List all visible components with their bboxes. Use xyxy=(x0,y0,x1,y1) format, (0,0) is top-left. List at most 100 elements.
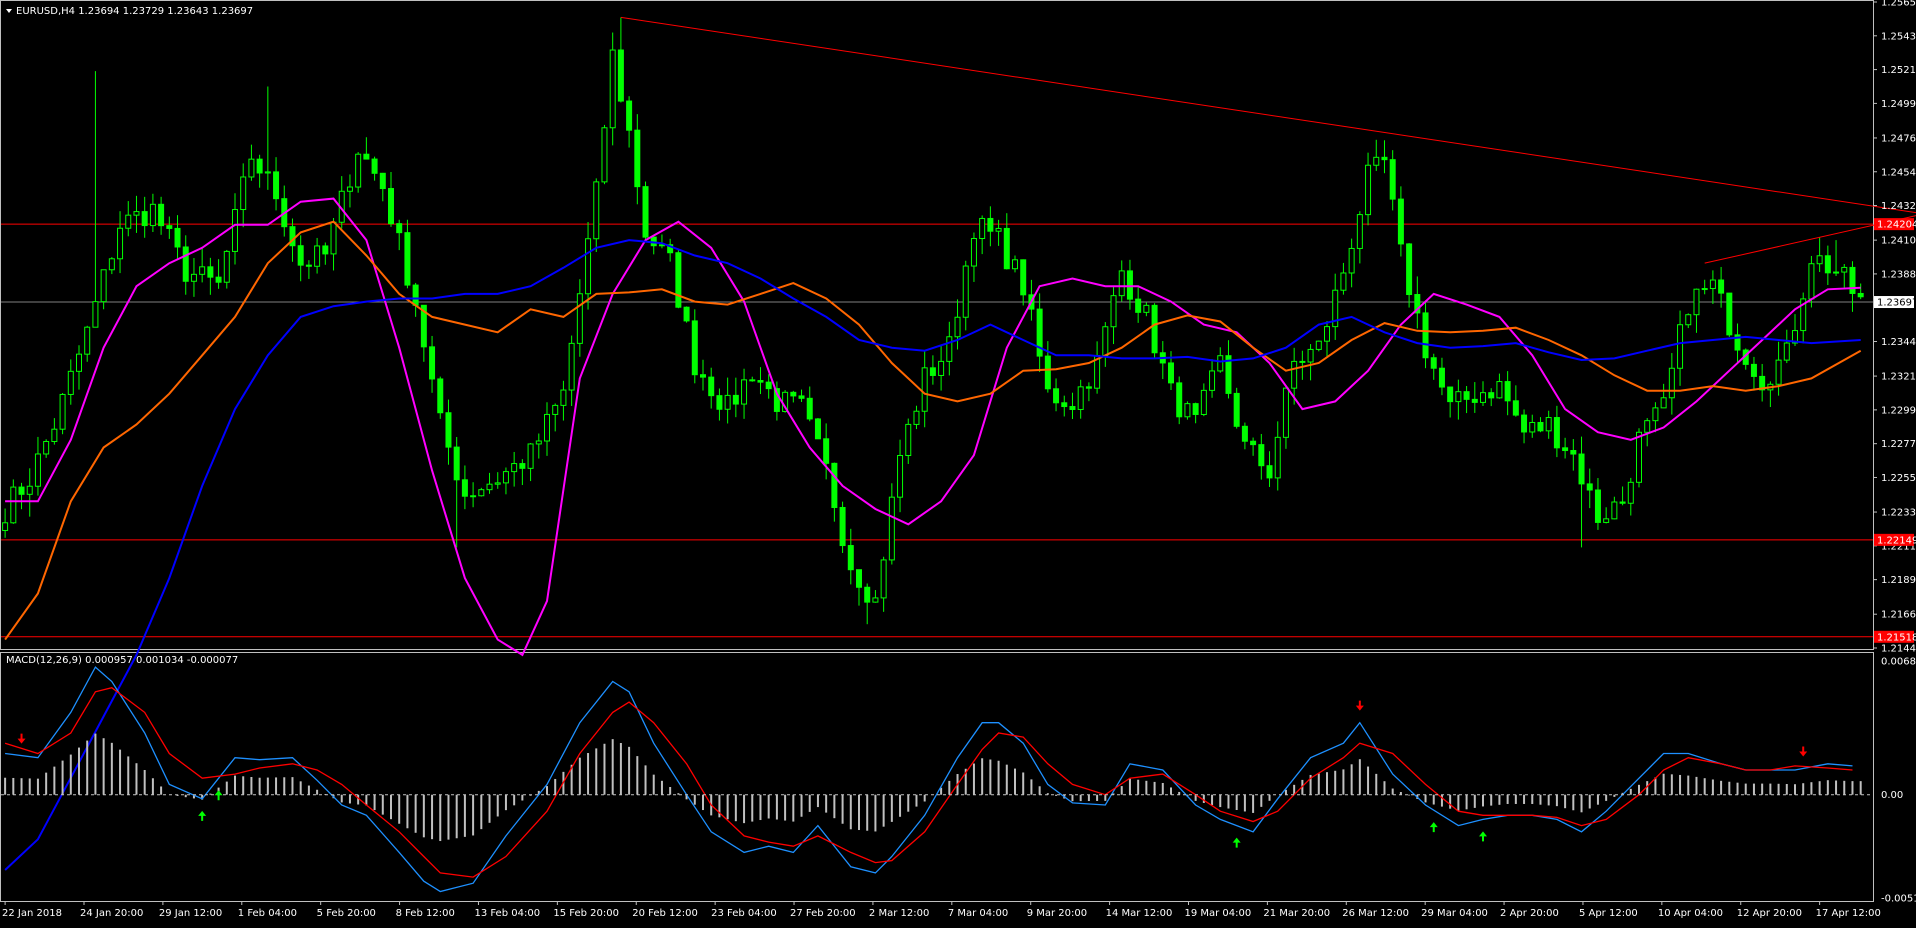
time-axis-label: 8 Feb 12:00 xyxy=(396,908,455,919)
candle-body xyxy=(1274,436,1281,479)
candle-body xyxy=(995,227,1002,232)
candle-body xyxy=(149,203,156,227)
candle-body xyxy=(1258,444,1265,467)
candle-body xyxy=(1824,255,1831,274)
candle-body xyxy=(133,211,140,216)
candle-body xyxy=(215,276,222,283)
price-axis-label: 1.23880 xyxy=(1881,269,1916,280)
candle-body xyxy=(1348,247,1355,274)
candle-body xyxy=(10,486,17,524)
candle-body xyxy=(92,301,99,328)
candle-body xyxy=(929,367,936,376)
chart-canvas[interactable]: 1.25650 1.25430 1.25210 1.24990 1.24765 1.245… xyxy=(0,0,1916,924)
time-axis-label: 27 Feb 20:00 xyxy=(790,908,856,919)
candle-body xyxy=(166,225,173,229)
candle-body xyxy=(1480,392,1486,403)
candle-body xyxy=(732,394,739,405)
macd-header: MACD(12,26,9) 0.000957 0.001034 -0.00007… xyxy=(6,655,238,666)
candle-body xyxy=(1085,386,1092,389)
candle-body xyxy=(691,320,698,376)
candle-body xyxy=(790,391,797,397)
candle-body xyxy=(1545,417,1552,432)
candle-body xyxy=(617,49,624,102)
candle-body xyxy=(1644,420,1651,433)
candle-body xyxy=(1184,403,1191,418)
candle-body xyxy=(765,381,772,390)
candle-body xyxy=(970,238,977,267)
candle-body xyxy=(1241,425,1248,442)
candle-body xyxy=(1652,407,1659,422)
candle-body xyxy=(979,217,986,240)
candle-body xyxy=(232,209,238,252)
time-axis-label: 29 Mar 04:00 xyxy=(1421,908,1488,919)
macd-axis-label: 0.006884 xyxy=(1881,657,1916,668)
candle-body xyxy=(1553,417,1560,449)
candle-body xyxy=(806,397,813,420)
candle-body xyxy=(1504,381,1511,402)
time-axis-label: 23 Feb 04:00 xyxy=(711,908,777,919)
candle-body xyxy=(897,454,904,498)
price-axis-label: 1.25430 xyxy=(1881,31,1916,42)
candle-body xyxy=(888,496,895,561)
time-axis-label: 5 Apr 12:00 xyxy=(1579,908,1638,919)
candle-body xyxy=(839,506,846,547)
candle-body xyxy=(445,412,452,448)
candle-body xyxy=(108,258,115,271)
candle-body xyxy=(1151,304,1158,354)
candle-body xyxy=(1808,263,1815,300)
candle-body xyxy=(823,438,830,464)
candle-body xyxy=(314,245,321,267)
candle-body xyxy=(552,404,559,415)
candle-body xyxy=(1135,298,1142,313)
candle-body xyxy=(798,395,805,399)
time-axis-label: 1 Feb 04:00 xyxy=(238,908,297,919)
macd-axis-label: 0.00 xyxy=(1881,790,1903,801)
candle-body xyxy=(1496,381,1503,399)
candle-body xyxy=(223,250,230,283)
time-axis-label: 22 Jan 2018 xyxy=(2,908,62,919)
time-axis-label: 10 Apr 04:00 xyxy=(1658,908,1723,919)
candle-body xyxy=(363,153,370,160)
candle-body xyxy=(1578,453,1585,485)
candle-body xyxy=(1512,400,1519,416)
candle-body xyxy=(1718,279,1725,294)
candle-body xyxy=(486,483,493,491)
candle-body xyxy=(724,394,731,410)
candle-body xyxy=(560,389,567,406)
time-axis-label: 2 Mar 12:00 xyxy=(869,908,929,919)
candle-body xyxy=(494,482,501,485)
candle-body xyxy=(1143,304,1150,313)
candle-body xyxy=(330,221,337,255)
candle-body xyxy=(1291,360,1298,389)
candle-body xyxy=(700,374,706,378)
candle-body xyxy=(437,378,444,414)
level-price-label: 1.21518 xyxy=(1877,632,1916,643)
candle-body xyxy=(1668,367,1675,399)
candle-body xyxy=(880,559,887,599)
candle-body xyxy=(1307,348,1314,363)
candle-body xyxy=(240,176,247,211)
candle-body xyxy=(1816,255,1823,265)
candle-body xyxy=(1102,326,1109,357)
candle-body xyxy=(544,413,550,442)
candle-body xyxy=(1529,421,1536,433)
candle-body xyxy=(1217,355,1224,372)
candle-body xyxy=(946,336,953,362)
candle-body xyxy=(1849,266,1856,294)
candle-body xyxy=(1315,340,1322,350)
candle-body xyxy=(1176,382,1183,418)
candle-body xyxy=(182,246,189,282)
candle-body xyxy=(273,171,280,200)
candle-body xyxy=(51,428,58,442)
candle-body xyxy=(1693,288,1700,316)
candle-body xyxy=(1430,357,1437,369)
candle-body xyxy=(1003,227,1010,270)
candle-body xyxy=(1611,501,1618,520)
candle-body xyxy=(1324,326,1330,342)
candle-body xyxy=(67,370,74,395)
candle-body xyxy=(642,186,649,238)
candle-body xyxy=(831,462,838,508)
candle-body xyxy=(248,158,255,178)
candle-body xyxy=(1209,370,1216,391)
candle-body xyxy=(1603,518,1610,523)
